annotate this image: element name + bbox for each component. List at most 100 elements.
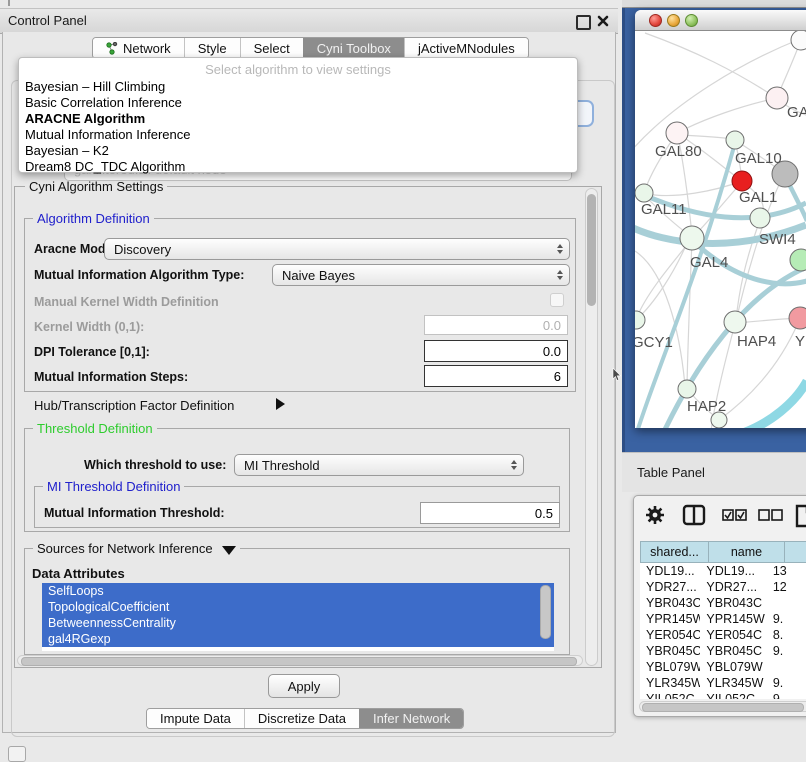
network-node[interactable] (666, 122, 688, 144)
which-threshold-combo[interactable]: MI Threshold (234, 454, 524, 476)
settings-vertical-scrollbar[interactable] (585, 188, 598, 666)
select-all-icon[interactable] (722, 509, 748, 527)
network-node[interactable] (732, 171, 752, 191)
network-node[interactable] (790, 249, 806, 271)
network-node[interactable] (766, 87, 788, 109)
network-window-titlebar[interactable] (635, 10, 806, 31)
network-view-window[interactable]: GALGAL80GAL10GAL1GAL11SWI4GAL4GCY1HAP4YH… (635, 10, 806, 428)
bottom-tab-infer-network[interactable]: Infer Network (359, 709, 463, 728)
table-row[interactable]: YBR045CYBR045C9. (640, 643, 806, 659)
aracne-mode-combo[interactable]: Discovery (104, 238, 570, 260)
scrollbar-thumb[interactable] (587, 194, 596, 306)
mi-threshold-field[interactable] (420, 502, 560, 524)
deselect-all-icon[interactable] (758, 509, 784, 527)
table-horizontal-scrollbar[interactable] (639, 701, 806, 712)
data-attributes-label: Data Attributes (32, 566, 125, 581)
attribute-item-topologicalcoefficient[interactable]: TopologicalCoefficient (42, 599, 554, 615)
table-row[interactable]: YDR27...YDR27...12 (640, 579, 806, 595)
split-columns-icon[interactable] (682, 504, 706, 531)
network-edge[interactable] (743, 381, 806, 428)
close-icon[interactable] (596, 14, 610, 28)
settings-gear-icon[interactable] (644, 504, 666, 531)
network-node[interactable] (750, 208, 770, 228)
bottom-tab-discretize-data-label: Discretize Data (258, 711, 346, 726)
corner-grip[interactable] (8, 746, 26, 762)
algorithm-option-basic-correlation-inference[interactable]: Basic Correlation Inference (23, 95, 573, 111)
table-row[interactable]: YBL079WYBL079W (640, 659, 806, 675)
collapse-arrow-icon[interactable] (222, 546, 236, 555)
mac-zoom-icon[interactable] (685, 14, 698, 27)
table-cell: YER054C (640, 627, 700, 643)
attribute-item-betweennesscentrality[interactable]: BetweennessCentrality (42, 615, 554, 631)
network-node[interactable] (680, 226, 704, 250)
node-label-gal10: GAL10 (735, 150, 782, 167)
tab-network[interactable]: Network (93, 38, 184, 58)
table-row[interactable]: YIL052CYIL052C9. (640, 691, 806, 699)
node-label-gal4: GAL4 (690, 254, 728, 271)
dpi-tolerance-label: DPI Tolerance [0,1]: (34, 345, 150, 359)
inference-algorithm-combo-fragment (577, 100, 594, 127)
tab-cyni-toolbox[interactable]: Cyni Toolbox (303, 38, 404, 58)
network-canvas[interactable]: GALGAL80GAL10GAL1GAL11SWI4GAL4GCY1HAP4YH… (635, 31, 806, 428)
network-node[interactable] (791, 31, 806, 50)
bottom-tab-discretize-data[interactable]: Discretize Data (244, 709, 359, 728)
table-cell: 13 (767, 563, 806, 579)
combo-arrows-icon (511, 455, 517, 475)
algorithm-option-bayesian-k2[interactable]: Bayesian – K2 (23, 143, 573, 159)
tab-style[interactable]: Style (184, 38, 240, 58)
settings-horizontal-scrollbar[interactable] (17, 655, 583, 666)
network-edge[interactable] (683, 98, 777, 130)
tab-select[interactable]: Select (240, 38, 303, 58)
scrollbar-thumb[interactable] (642, 703, 804, 712)
network-edge[interactable] (695, 183, 741, 235)
attribute-item-gal4rgexp[interactable]: gal4RGexp (42, 631, 554, 647)
network-node[interactable] (635, 184, 653, 202)
mi-algorithm-type-combo[interactable]: Naive Bayes (272, 264, 570, 286)
dpi-tolerance-field[interactable] (424, 340, 568, 362)
algorithm-option-bayesian-hill-climbing[interactable]: Bayesian – Hill Climbing (23, 79, 573, 95)
expand-arrow-icon[interactable] (276, 398, 285, 410)
column-header-shared-[interactable]: shared... (640, 541, 709, 563)
bottom-tab-impute-data[interactable]: Impute Data (147, 709, 244, 728)
table-cell: 9. (767, 611, 806, 627)
kernel-width-field[interactable] (424, 315, 568, 335)
control-panel-tab-bar: NetworkStyleSelectCyni ToolboxjActiveMNo… (92, 37, 529, 59)
algorithm-option-aracne-algorithm[interactable]: ARACNE Algorithm (23, 111, 573, 127)
apply-button[interactable]: Apply (268, 674, 340, 698)
list-scrollbar-thumb[interactable] (540, 585, 551, 639)
app-screen: Control Panel NetworkStyleSelectCyni Too… (0, 0, 806, 762)
table-row[interactable]: YER054CYER054C8. (640, 627, 806, 643)
document-icon[interactable] (794, 504, 806, 533)
mi-steps-field[interactable] (424, 365, 568, 387)
manual-kernel-width-checkbox[interactable] (550, 293, 564, 307)
tab-jactivemnodules[interactable]: jActiveMNodules (404, 38, 528, 58)
mac-minimize-icon[interactable] (667, 14, 680, 27)
float-icon[interactable] (576, 15, 591, 30)
scrollbar-thumb[interactable] (21, 657, 577, 666)
attribute-item-selfloops[interactable]: SelfLoops (42, 583, 554, 599)
table-row[interactable]: YBR043CYBR043C (640, 595, 806, 611)
network-node[interactable] (724, 311, 746, 333)
network-node[interactable] (789, 307, 806, 329)
mac-close-icon[interactable] (649, 14, 662, 27)
manual-kernel-width-label: Manual Kernel Width Definition (34, 295, 219, 309)
table-cell: YLR345W (640, 675, 700, 691)
aracne-mode-value: Discovery (114, 242, 171, 257)
node-label-gal: GAL (787, 104, 806, 121)
column-header-name[interactable]: name (709, 541, 785, 563)
table-row[interactable]: YPR145WYPR145W9. (640, 611, 806, 627)
network-edge[interactable] (645, 33, 775, 97)
network-node[interactable] (726, 131, 744, 149)
algorithm-option-mutual-information-inference[interactable]: Mutual Information Inference (23, 127, 573, 143)
table-row[interactable]: YLR345WYLR345W9. (640, 675, 806, 691)
sources-title: Sources for Network Inference (33, 541, 240, 556)
data-attributes-list[interactable]: SelfLoopsTopologicalCoefficientBetweenne… (42, 583, 554, 651)
network-node[interactable] (635, 311, 645, 329)
network-graph[interactable]: GALGAL80GAL10GAL1GAL11SWI4GAL4GCY1HAP4YH… (635, 31, 806, 428)
table-cell: YDR27... (640, 579, 700, 595)
network-node[interactable] (678, 380, 696, 398)
column-header-2[interactable] (785, 541, 806, 563)
network-edge[interactable] (647, 181, 742, 196)
algorithm-option-dream8-dc-tdc-algorithm[interactable]: Dream8 DC_TDC Algorithm (23, 159, 573, 175)
table-row[interactable]: YDL19...YDL19...13 (640, 563, 806, 579)
